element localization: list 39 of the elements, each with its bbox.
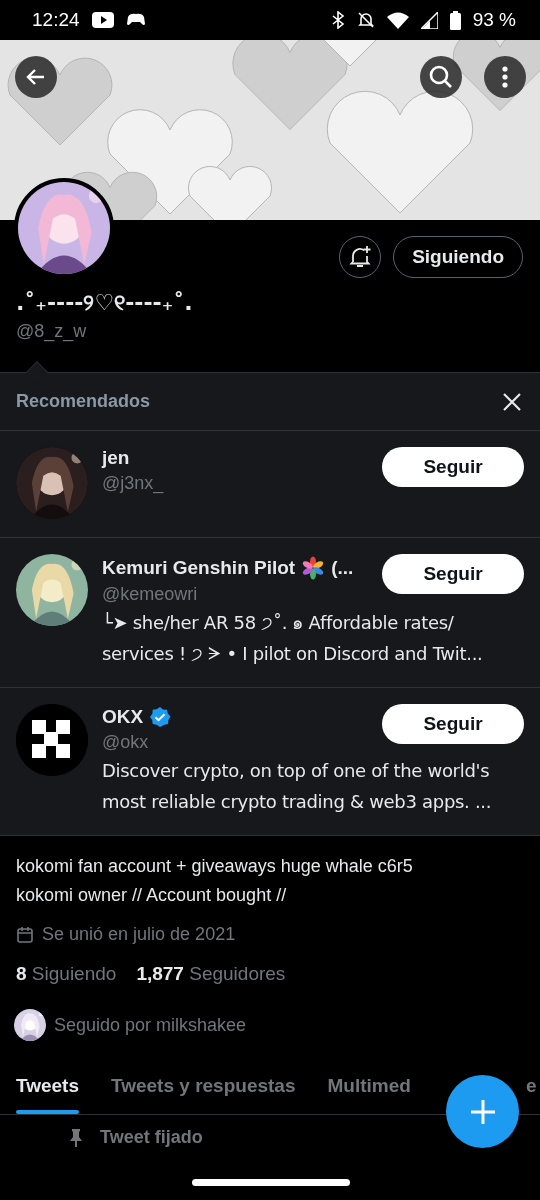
plus-icon	[468, 1097, 497, 1126]
controller-icon	[125, 12, 146, 28]
account-name: OKX	[102, 706, 144, 728]
battery-level: 93 %	[472, 9, 516, 31]
bell-muted-icon	[356, 11, 375, 29]
account-name: jen	[102, 447, 130, 469]
profile-name: .˚₊----୨♡୧----₊˚.	[15, 289, 194, 315]
calendar-icon	[16, 925, 34, 944]
bell-plus-icon	[348, 245, 373, 269]
joined-date: Se unió en julio de 2021	[42, 924, 236, 945]
account-name-suffix: (...	[331, 557, 354, 579]
stat-link[interactable]: 1,877 Seguidores	[136, 963, 286, 985]
pin-icon	[68, 1127, 84, 1148]
video-app-icon	[91, 12, 114, 28]
follow-button[interactable]: Seguir	[382, 447, 524, 487]
profile-tab[interactable]: e	[521, 1063, 537, 1114]
signal-icon	[420, 11, 438, 29]
followed-by: Seguido por milkshakee	[54, 1014, 247, 1036]
account-name: Kemuri Genshin Pilot	[102, 557, 296, 579]
bluetooth-icon	[330, 11, 345, 29]
profile-handle: @8_z_w	[15, 320, 88, 342]
stat-link[interactable]: 8 Siguiendo	[16, 963, 117, 985]
account-bio: └➤ she/her AR 58 ੭˚. ๑ Affordable rates/ services ! ੭ ᗒ • I pilot on Discord and Twit...	[102, 611, 484, 666]
account-handle: @kemeowri	[102, 584, 199, 605]
profile-tab[interactable]: Tweets	[0, 1063, 95, 1114]
follow-button[interactable]: Seguir	[382, 704, 524, 744]
wifi-icon	[386, 11, 409, 29]
profile-bio: kokomi fan account + giveaways huge whale c6r5 kokomi owner // Account bought //	[15, 855, 414, 907]
battery-icon	[449, 10, 461, 30]
account-bio: Discover crypto, on top of one of the world's most reliable crypto trading & web3 apps. ...	[102, 759, 493, 814]
account-handle: @okx	[102, 732, 150, 753]
status-time: 12:24	[32, 9, 80, 31]
profile-tab[interactable]: Tweets y respuestas	[95, 1063, 312, 1114]
profile-tab[interactable]: Multimed	[311, 1063, 427, 1114]
follow-button[interactable]: Seguir	[382, 554, 524, 594]
pinned-label: Tweet fijado	[100, 1127, 203, 1148]
account-handle: @j3nx_	[102, 473, 165, 494]
close-icon[interactable]	[502, 391, 522, 412]
panel-title: Recomendados	[16, 391, 152, 412]
